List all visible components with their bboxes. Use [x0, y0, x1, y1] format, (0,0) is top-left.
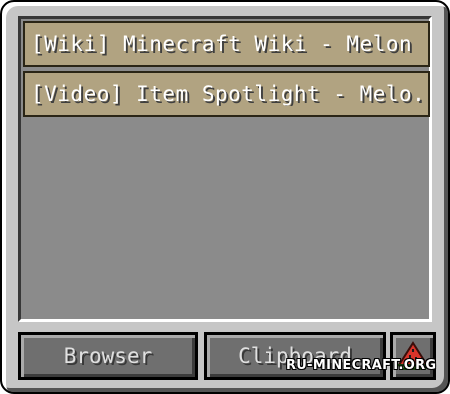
site-watermark: RU-MINECRAFT.ORG	[286, 358, 437, 373]
browser-button-label: Browser	[63, 344, 153, 368]
list-item-video-link[interactable]: [Video] Item Spotlight - Melo...	[23, 71, 430, 117]
list-item-label: [Video] Item Spotlight - Melo...	[31, 82, 428, 106]
link-list[interactable]: [Wiki] Minecraft Wiki - Melon [Video] It…	[18, 16, 432, 322]
list-item-label: [Wiki] Minecraft Wiki - Melon	[31, 32, 413, 56]
links-dialog: [Wiki] Minecraft Wiki - Melon [Video] It…	[0, 0, 450, 394]
browser-button[interactable]: Browser	[18, 332, 198, 380]
list-item-wiki-link[interactable]: [Wiki] Minecraft Wiki - Melon	[23, 21, 430, 67]
